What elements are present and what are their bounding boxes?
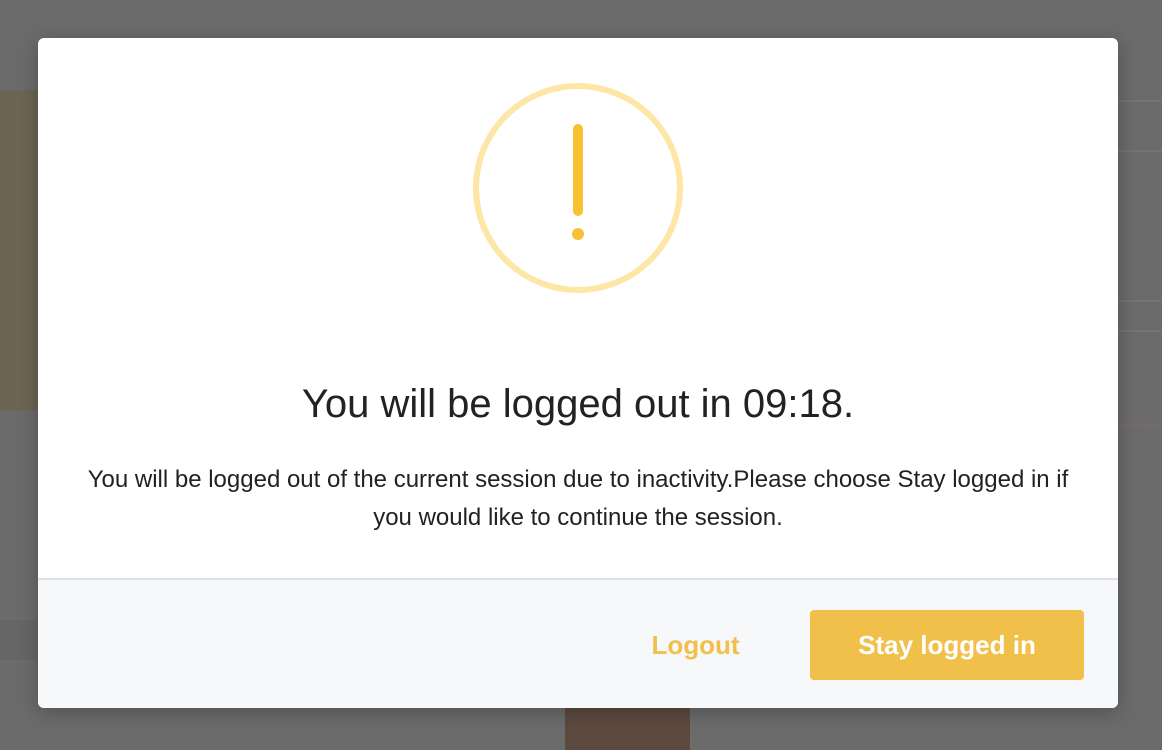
- dialog-body: You will be logged out in 09:18. You wil…: [38, 38, 1118, 578]
- exclamation-dot: [572, 228, 584, 240]
- background-content: [1118, 150, 1162, 152]
- dialog-title: You will be logged out in 09:18.: [301, 382, 855, 426]
- dialog-footer: Logout Stay logged in: [38, 578, 1118, 708]
- background-content: [565, 708, 690, 750]
- stay-logged-in-button[interactable]: Stay logged in: [810, 610, 1084, 680]
- background-content: [1118, 425, 1162, 427]
- background-content: [0, 90, 40, 410]
- session-timeout-dialog: You will be logged out in 09:18. You wil…: [38, 38, 1118, 708]
- background-content: [1118, 300, 1162, 302]
- dialog-message: You will be logged out of the current se…: [87, 466, 1069, 531]
- background-content: [1118, 100, 1162, 102]
- background-content: [0, 620, 40, 660]
- exclamation-bar: [573, 124, 583, 216]
- background-content: [1118, 330, 1162, 332]
- logout-button[interactable]: Logout: [623, 610, 768, 680]
